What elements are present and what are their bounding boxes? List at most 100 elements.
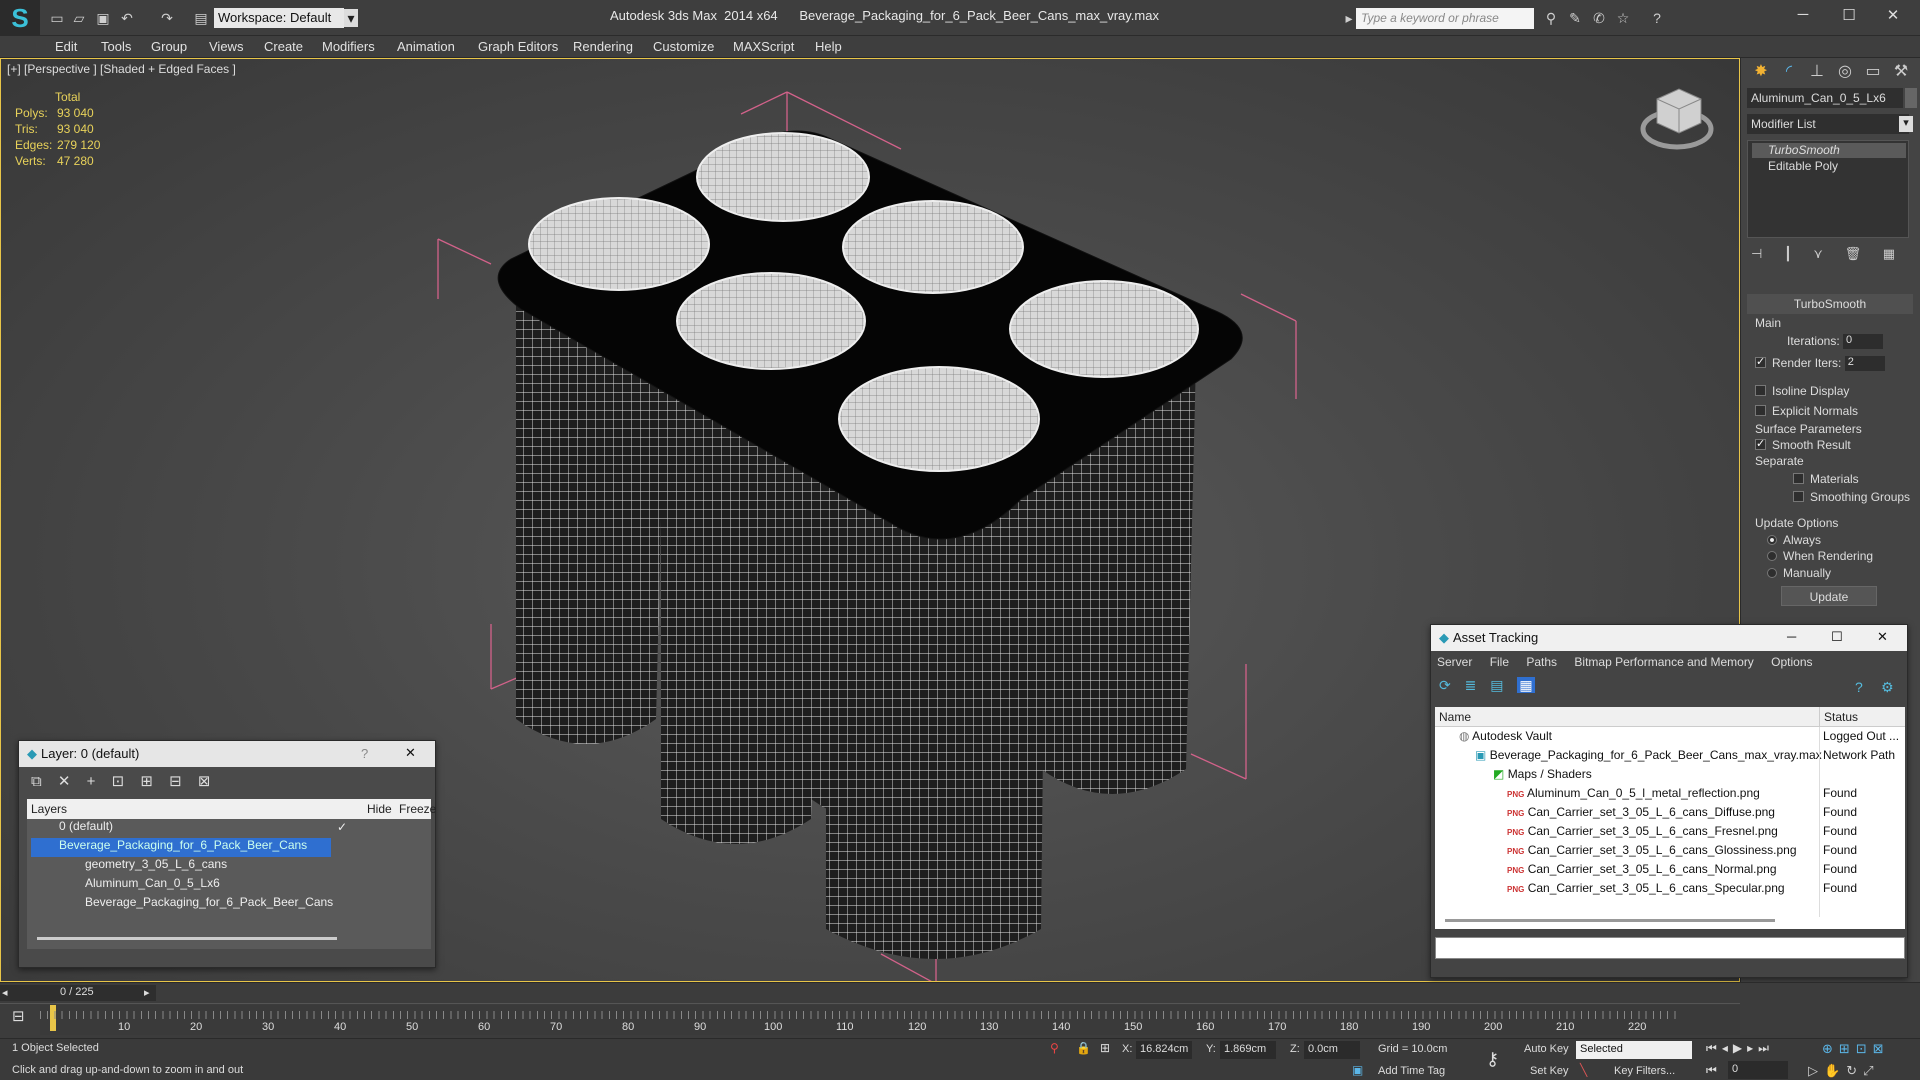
asset-row[interactable]: PNG Can_Carrier_set_3_05_L_6_cans_Normal… — [1435, 862, 1905, 881]
pan-icon[interactable]: ✋ — [1824, 1063, 1846, 1078]
maximize-icon[interactable]: ☐ — [1836, 6, 1862, 28]
active-layer-check-icon[interactable]: ✓ — [337, 820, 347, 834]
asset-row[interactable]: ◍ Autodesk Vault Logged Out ... — [1435, 729, 1905, 748]
col-name[interactable]: Name — [1439, 710, 1471, 724]
remove-modifier-icon[interactable]: 🗑 — [1845, 246, 1862, 261]
configure-sets-icon[interactable]: ▦ — [1883, 246, 1895, 261]
update-button[interactable]: Update — [1781, 586, 1877, 606]
asset-row[interactable]: PNG Aluminum_Can_0_5_l_metal_reflection.… — [1435, 786, 1905, 805]
view-cube[interactable] — [1640, 88, 1714, 150]
always-radio[interactable] — [1767, 535, 1777, 545]
isoline-checkbox[interactable] — [1755, 385, 1766, 396]
orbit-icon[interactable]: ↻ — [1846, 1063, 1863, 1078]
layer-row-selected[interactable]: Beverage_Packaging_for_6_Pack_Beer_Cans — [31, 838, 331, 857]
stack-item-editable-poly[interactable]: Editable Poly — [1752, 159, 1906, 174]
select-in-layer-icon[interactable]: ⊡ — [112, 773, 125, 790]
zoom-icon[interactable]: ⊕ — [1822, 1041, 1839, 1056]
iterations-spinner[interactable]: 0 — [1843, 334, 1884, 350]
asset-horizontal-scrollbar[interactable] — [1445, 919, 1775, 922]
z-coordinate-field[interactable]: 0.0cm — [1304, 1041, 1360, 1059]
asset-window-titlebar[interactable]: ◆ Asset Tracking ─ ☐ ✕ — [1431, 625, 1907, 651]
new-file-icon[interactable]: ▭ — [48, 9, 66, 27]
asset-menu-options[interactable]: Options — [1771, 655, 1812, 669]
object-name-field[interactable]: Aluminum_Can_0_5_Lx6 — [1747, 88, 1903, 108]
field-of-view-icon[interactable]: ▷ — [1808, 1063, 1824, 1078]
delete-layer-icon[interactable]: ✕ — [58, 773, 71, 790]
asset-row[interactable]: ◩ Maps / Shaders — [1435, 767, 1905, 786]
when-rendering-radio[interactable] — [1767, 551, 1777, 561]
display-tab-icon[interactable]: ▭ — [1861, 60, 1885, 84]
modifier-list-chevron-icon[interactable]: ▾ — [1899, 116, 1913, 132]
menu-maxscript[interactable]: MAXScript — [733, 39, 794, 54]
isolate-selection-icon[interactable]: ⚲ — [1050, 1041, 1059, 1055]
subscription-icon[interactable]: ✎ — [1566, 9, 1584, 27]
x-coordinate-field[interactable]: 16.824cm — [1136, 1041, 1192, 1059]
menu-group[interactable]: Group — [151, 39, 187, 54]
hierarchy-tab-icon[interactable]: ⊥ — [1805, 60, 1829, 84]
communication-icon[interactable]: ✆ — [1590, 9, 1608, 27]
open-file-icon[interactable]: ▱ — [70, 9, 88, 27]
auto-key-button[interactable]: Auto Key — [1524, 1043, 1569, 1055]
layer-window-titlebar[interactable]: ◆ Layer: 0 (default) ? ✕ — [19, 741, 435, 767]
current-frame-field[interactable]: 0 — [1728, 1061, 1788, 1079]
detail-view-icon[interactable]: ▤ — [1490, 677, 1503, 693]
asset-path-field[interactable] — [1435, 937, 1905, 959]
add-time-tag[interactable]: Add Time Tag — [1378, 1065, 1445, 1077]
save-icon[interactable]: ▣ — [94, 9, 112, 27]
zoom-all-icon[interactable]: ⊞ — [1839, 1041, 1856, 1056]
col-freeze[interactable]: Freeze — [399, 802, 436, 816]
redo-icon[interactable]: ↷ — [158, 9, 176, 27]
help-icon[interactable]: ? — [1648, 9, 1666, 27]
asset-menu-server[interactable]: Server — [1437, 655, 1472, 669]
asset-help-icon[interactable]: ? — [1855, 679, 1863, 695]
make-unique-icon[interactable]: ⋎ — [1813, 246, 1823, 261]
table-view-icon[interactable]: ▦ — [1517, 677, 1535, 693]
layer-horizontal-scrollbar[interactable] — [37, 937, 337, 940]
favorites-icon[interactable]: ☆ — [1614, 9, 1632, 27]
col-status[interactable]: Status — [1819, 707, 1862, 727]
layer-row[interactable]: Beverage_Packaging_for_6_Pack_Beer_Cans — [27, 895, 431, 914]
maximize-viewport-icon[interactable]: ⤢ — [1863, 1063, 1879, 1078]
layer-row[interactable]: Aluminum_Can_0_5_Lx6 — [27, 876, 431, 895]
utilities-tab-icon[interactable]: ⚒ — [1889, 60, 1913, 84]
layer-close-icon[interactable]: ✕ — [405, 745, 416, 761]
set-key-mode-icon[interactable]: ⚷ — [1486, 1049, 1499, 1070]
workspace-chevron-icon[interactable]: ▾ — [344, 9, 358, 27]
time-slider[interactable]: ◂ 0 / 225 ▸ — [0, 985, 156, 1001]
modifier-list-dropdown[interactable]: Modifier List — [1747, 114, 1909, 134]
go-to-end-icon[interactable]: ⏭ — [1758, 1041, 1774, 1055]
asset-row[interactable]: PNG Can_Carrier_set_3_05_L_6_cans_Specul… — [1435, 881, 1905, 900]
menu-rendering[interactable]: Rendering — [573, 39, 633, 54]
menu-modifiers[interactable]: Modifiers — [322, 39, 375, 54]
menu-create[interactable]: Create — [264, 39, 303, 54]
render-iters-checkbox[interactable] — [1755, 355, 1766, 368]
menu-customize[interactable]: Customize — [653, 39, 714, 54]
asset-menu-bitmap[interactable]: Bitmap Performance and Memory — [1574, 655, 1753, 669]
show-end-result-icon[interactable]: ┃ — [1784, 246, 1792, 261]
add-to-layer-icon[interactable]: + — [87, 773, 96, 790]
mini-curve-editor-icon[interactable]: ⊟ — [12, 1007, 25, 1025]
project-folder-icon[interactable]: ▤ — [192, 9, 210, 27]
asset-row[interactable]: PNG Can_Carrier_set_3_05_L_6_cans_Diffus… — [1435, 805, 1905, 824]
create-tab-icon[interactable]: ✸ — [1749, 60, 1773, 84]
manually-radio[interactable] — [1767, 568, 1777, 578]
y-coordinate-field[interactable]: 1.869cm — [1220, 1041, 1276, 1059]
asset-maximize-icon[interactable]: ☐ — [1831, 629, 1843, 645]
play-icon[interactable]: ▶ — [1733, 1041, 1747, 1055]
menu-views[interactable]: Views — [209, 39, 243, 54]
pin-stack-icon[interactable]: ⊣ — [1751, 246, 1762, 261]
app-logo-icon[interactable]: S — [0, 0, 40, 36]
set-key-button[interactable]: Set Key — [1530, 1065, 1569, 1077]
time-slider-next-icon[interactable]: ▸ — [144, 986, 150, 999]
smooth-result-checkbox[interactable] — [1755, 437, 1766, 450]
menu-graph-editors[interactable]: Graph Editors — [478, 39, 558, 54]
new-layer-icon[interactable]: ⧉ — [31, 773, 42, 790]
absolute-mode-icon[interactable]: ⊞ — [1100, 1041, 1110, 1055]
stack-item-turbosmooth[interactable]: TurboSmooth — [1752, 143, 1906, 158]
menu-tools[interactable]: Tools — [101, 39, 131, 54]
key-mode-toggle-icon[interactable]: ⏮ — [1706, 1063, 1717, 1078]
asset-menu-paths[interactable]: Paths — [1526, 655, 1557, 669]
selection-lock-icon[interactable]: 🔒 — [1076, 1041, 1091, 1055]
asset-row[interactable]: PNG Can_Carrier_set_3_05_L_6_cans_Glossi… — [1435, 843, 1905, 862]
binoculars-icon[interactable]: ⚲ — [1542, 9, 1560, 27]
